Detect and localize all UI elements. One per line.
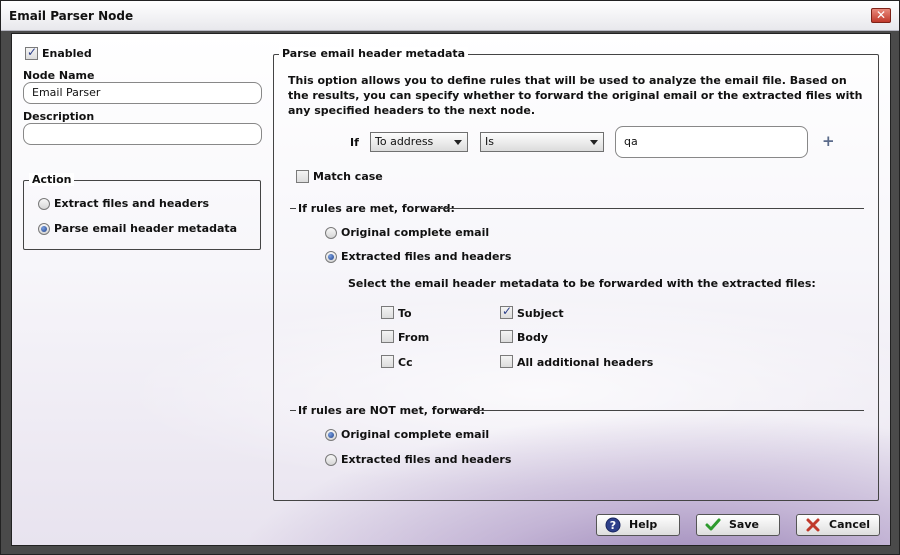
match-case-checkbox[interactable]: [296, 170, 309, 183]
node-name-label: Node Name: [23, 69, 95, 82]
add-rule-icon[interactable]: +: [822, 132, 835, 150]
action-legend: Action: [29, 173, 75, 186]
title-bar[interactable]: Email Parser Node ✕: [1, 1, 899, 31]
help-button[interactable]: ? Help: [596, 514, 680, 536]
chevron-down-icon: [590, 140, 598, 145]
description-label: Description: [23, 110, 95, 123]
dialog-window: Email Parser Node ✕ ✓ Enabled Node Name …: [0, 0, 900, 555]
match-value-input[interactable]: qa: [615, 126, 808, 158]
operator-select-value: Is: [485, 135, 494, 148]
parse-legend: Parse email header metadata: [279, 47, 469, 60]
dialog-body: ✓ Enabled Node Name Email Parser Descrip…: [11, 33, 891, 546]
header-body-label: Body: [517, 331, 548, 344]
cancel-button-label: Cancel: [829, 518, 871, 531]
cancel-button[interactable]: Cancel: [796, 514, 880, 536]
action-parse-label: Parse email header metadata: [54, 222, 238, 235]
help-icon: ?: [605, 517, 621, 533]
met-original-label: Original complete email: [341, 226, 490, 239]
enabled-checkbox[interactable]: ✓: [25, 45, 38, 60]
operator-select[interactable]: Is: [480, 132, 604, 152]
match-case-label: Match case: [313, 170, 383, 183]
not-met-original-radio[interactable]: [325, 429, 337, 441]
met-divider-left: [290, 208, 296, 209]
close-button[interactable]: ✕: [871, 8, 891, 23]
field-select-value: To address: [375, 135, 434, 148]
not-met-heading: If rules are NOT met, forward:: [298, 404, 485, 417]
met-divider-right: [432, 208, 864, 209]
action-groupbox: Action: [23, 173, 261, 250]
not-met-extracted-label: Extracted files and headers: [341, 453, 512, 466]
description-input[interactable]: [23, 123, 262, 145]
action-extract-label: Extract files and headers: [54, 197, 210, 210]
met-extracted-radio[interactable]: [325, 251, 337, 263]
not-met-original-label: Original complete email: [341, 428, 490, 441]
not-met-divider-right: [458, 410, 864, 411]
window-title: Email Parser Node: [9, 9, 134, 23]
header-subject-label: Subject: [517, 307, 564, 320]
header-to-label: To: [398, 307, 412, 320]
save-button[interactable]: Save: [696, 514, 780, 536]
checkmark-icon: ✓: [502, 304, 513, 318]
save-button-label: Save: [729, 518, 759, 531]
chevron-down-icon: [454, 140, 462, 145]
header-body-checkbox[interactable]: [500, 330, 513, 343]
checkmark-icon: ✓: [27, 45, 38, 59]
svg-text:?: ?: [610, 519, 616, 532]
header-to-checkbox[interactable]: [381, 306, 394, 319]
header-from-checkbox[interactable]: [381, 330, 394, 343]
action-extract-radio[interactable]: [38, 198, 50, 210]
node-name-input[interactable]: Email Parser: [23, 82, 262, 104]
checkmark-icon: [705, 518, 721, 531]
help-button-label: Help: [629, 518, 658, 531]
action-parse-radio[interactable]: [38, 223, 50, 235]
met-original-radio[interactable]: [325, 227, 337, 239]
field-select[interactable]: To address: [370, 132, 468, 152]
header-all-additional-checkbox[interactable]: [500, 355, 513, 368]
select-headers-prompt: Select the email header metadata to be f…: [348, 277, 816, 290]
parse-intro-text: This option allows you to define rules t…: [288, 74, 863, 117]
header-all-additional-label: All additional headers: [517, 356, 654, 369]
enabled-label: Enabled: [42, 47, 92, 60]
if-label: If: [350, 136, 359, 149]
close-icon: ✕: [875, 8, 887, 22]
not-met-divider-left: [290, 410, 296, 411]
header-subject-checkbox[interactable]: ✓: [500, 304, 513, 319]
header-cc-label: Cc: [398, 356, 413, 369]
met-extracted-label: Extracted files and headers: [341, 250, 512, 263]
header-cc-checkbox[interactable]: [381, 355, 394, 368]
header-from-label: From: [398, 331, 430, 344]
not-met-extracted-radio[interactable]: [325, 454, 337, 466]
x-icon: [806, 518, 820, 532]
